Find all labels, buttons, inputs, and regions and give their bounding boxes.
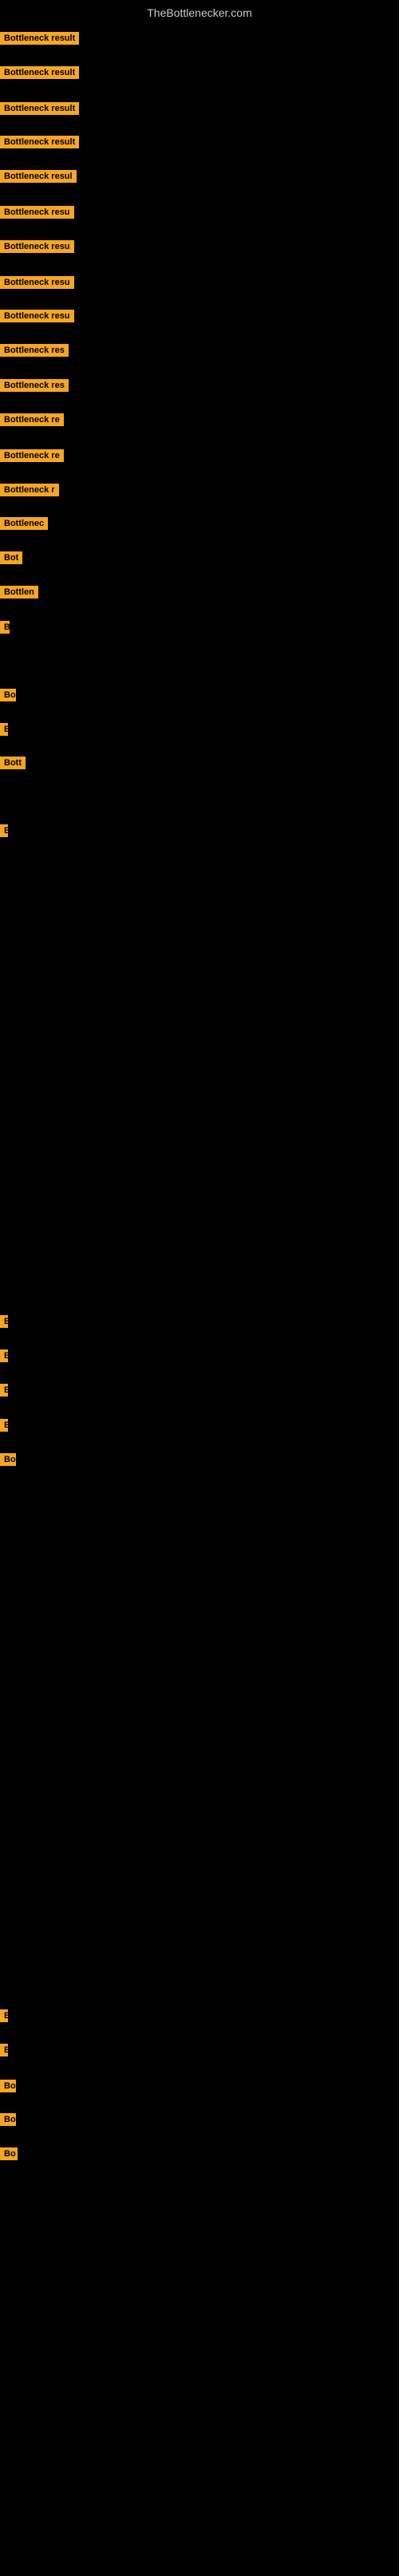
- bottleneck-result-label: B: [0, 1384, 8, 1397]
- bottleneck-result-label: Bottlenec: [0, 517, 48, 530]
- bottleneck-result-label: B: [0, 1419, 8, 1432]
- site-title: TheBottlenecker.com: [0, 0, 399, 22]
- bottleneck-result-label: B: [0, 723, 8, 736]
- bottleneck-result-label: Bo: [0, 2147, 18, 2160]
- bottleneck-result-label: Bo: [0, 2080, 16, 2092]
- bottleneck-result-label: Bottlen: [0, 586, 38, 599]
- bottleneck-result-label: Bot: [0, 551, 22, 564]
- bottleneck-result-label: Bott: [0, 757, 26, 769]
- bottleneck-result-label: B: [0, 2044, 8, 2056]
- bottleneck-result-label: Bottleneck result: [0, 66, 79, 79]
- bottleneck-result-label: B: [0, 2009, 8, 2022]
- bottleneck-result-label: Bottleneck resul: [0, 170, 77, 183]
- bottleneck-result-label: Bottleneck result: [0, 102, 79, 115]
- bottleneck-result-label: B: [0, 1315, 8, 1328]
- bottleneck-result-label: B: [0, 621, 10, 634]
- bottleneck-result-label: Bottleneck resu: [0, 240, 74, 253]
- bottleneck-result-label: Bo: [0, 2113, 16, 2126]
- bottleneck-result-label: Bo: [0, 1453, 16, 1466]
- bottleneck-result-label: Bottleneck res: [0, 379, 69, 392]
- bottleneck-result-label: Bottleneck result: [0, 32, 79, 45]
- bottleneck-result-label: Bo: [0, 689, 16, 701]
- bottleneck-result-label: Bottleneck res: [0, 344, 69, 357]
- bottleneck-result-label: B: [0, 824, 8, 837]
- bottleneck-result-label: Bottleneck result: [0, 136, 79, 148]
- bottleneck-result-label: Bottleneck re: [0, 449, 64, 462]
- bottleneck-result-label: Bottleneck resu: [0, 276, 74, 289]
- bottleneck-result-label: Bottleneck resu: [0, 310, 74, 322]
- bottleneck-result-label: B: [0, 1349, 8, 1362]
- bottleneck-result-label: Bottleneck r: [0, 484, 59, 496]
- bottleneck-result-label: Bottleneck re: [0, 413, 64, 426]
- bottleneck-result-label: Bottleneck resu: [0, 206, 74, 219]
